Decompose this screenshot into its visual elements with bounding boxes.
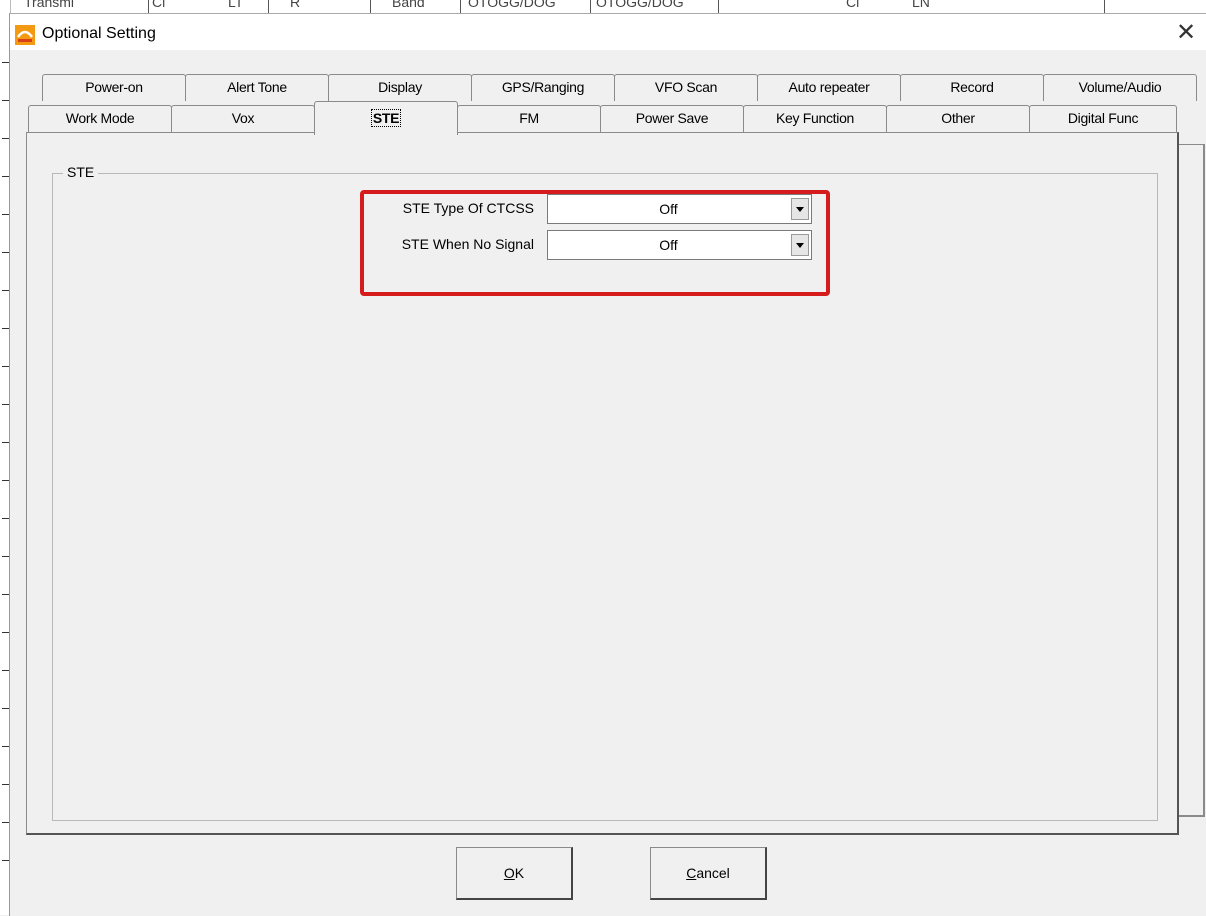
cancel-mnemonic: C <box>686 865 697 881</box>
tab-page-ste: STE STE Type Of CTCSS Off STE When No Si… <box>26 132 1179 835</box>
background-cell: LT <box>228 0 244 10</box>
tab-work-mode[interactable]: Work Mode <box>28 105 172 132</box>
ste-no-signal-value: Off <box>659 237 678 253</box>
ste-no-signal-select[interactable]: Off <box>547 230 812 260</box>
ok-label-rest: K <box>514 865 525 881</box>
tab-key-function[interactable]: Key Function <box>743 105 887 132</box>
ste-type-ctcss-label: STE Type Of CTCSS <box>402 200 534 216</box>
chevron-down-icon[interactable] <box>791 234 809 256</box>
tab-ste[interactable]: STE <box>314 101 458 135</box>
tab-ste-label: STE <box>370 109 402 127</box>
tab-display[interactable]: Display <box>328 74 472 101</box>
tab-other[interactable]: Other <box>886 105 1030 132</box>
ok-button[interactable]: OK <box>456 847 573 900</box>
tab-record[interactable]: Record <box>900 74 1044 101</box>
tab-volume-audio[interactable]: Volume/Audio <box>1043 74 1197 101</box>
ste-type-ctcss-value: Off <box>659 201 678 217</box>
background-cell: OTOGG/DOG <box>468 0 556 10</box>
ste-group-title: STE <box>63 164 99 180</box>
background-cell: LN <box>912 0 930 10</box>
background-cell: Band <box>392 0 425 10</box>
tab-vfo-scan[interactable]: VFO Scan <box>614 74 758 101</box>
window-title: Optional Setting <box>42 25 156 42</box>
ste-type-ctcss-select[interactable]: Off <box>547 194 812 224</box>
tab-vox[interactable]: Vox <box>171 105 315 132</box>
tab-digital-func[interactable]: Digital Func <box>1029 105 1177 132</box>
tab-power-save[interactable]: Power Save <box>600 105 744 132</box>
ok-mnemonic: O <box>503 865 515 881</box>
optional-setting-dialog: Optional Setting ✕ Power-on Alert Tone D… <box>9 13 1206 916</box>
tab-alert-tone[interactable]: Alert Tone <box>185 74 329 101</box>
background-cell: R <box>290 0 301 10</box>
tab-auto-repeater[interactable]: Auto repeater <box>757 74 901 101</box>
title-bar[interactable]: Optional Setting ✕ <box>10 14 1206 50</box>
chevron-down-icon[interactable] <box>791 198 809 220</box>
ste-group-box: STE STE Type Of CTCSS Off STE When No Si… <box>52 164 1158 821</box>
close-button[interactable]: ✕ <box>1166 16 1206 50</box>
tab-fm[interactable]: FM <box>457 105 601 132</box>
background-cell: Cl <box>152 0 166 10</box>
tab-gps-ranging[interactable]: GPS/Ranging <box>471 74 615 101</box>
tab-power-on[interactable]: Power-on <box>42 74 186 101</box>
ste-no-signal-label: STE When No Signal <box>401 236 534 252</box>
background-cell: Transmi <box>24 0 75 10</box>
background-cell: OTOGG/DOG <box>596 0 684 10</box>
cancel-label-rest: ancel <box>696 865 730 881</box>
background-cell: Cl <box>846 0 860 10</box>
app-logo-icon <box>15 25 35 45</box>
cancel-button[interactable]: Cancel <box>650 847 767 900</box>
